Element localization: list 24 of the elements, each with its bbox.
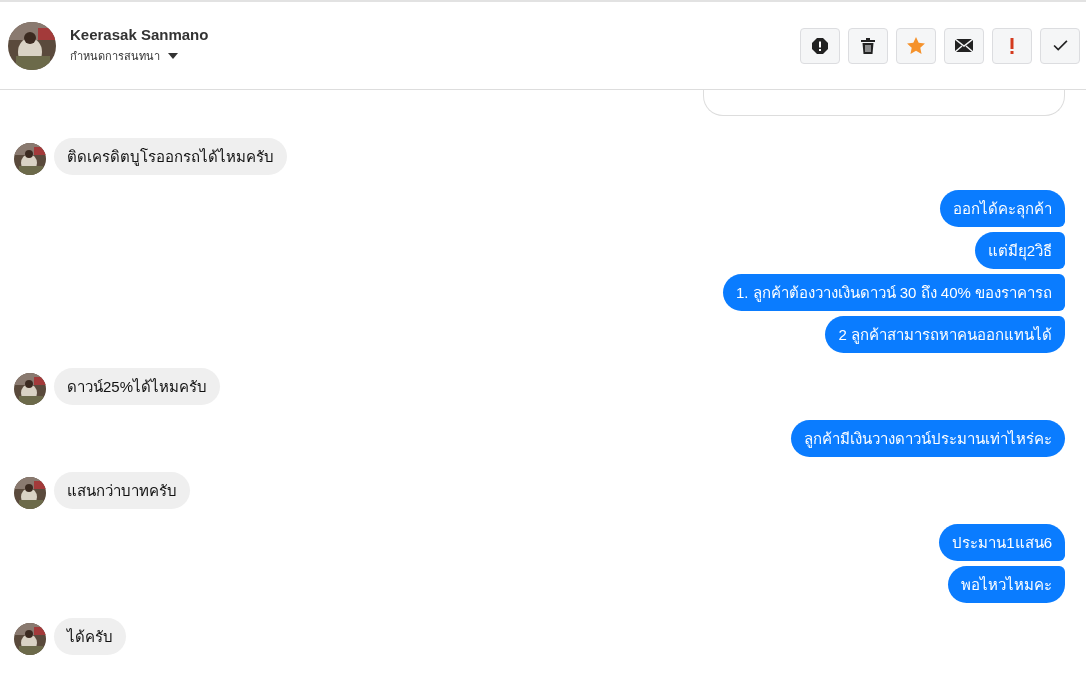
done-button[interactable] bbox=[1040, 27, 1080, 64]
message-bubble: ดาวน์25%ได้ไหมครับ bbox=[54, 368, 221, 405]
message-bubble: แสนกว่าบาทครับ bbox=[54, 472, 190, 509]
caret-icon bbox=[168, 53, 178, 59]
message-bubble: ติดเครดิตบูโรออกรถได้ไหมครับ bbox=[54, 138, 287, 175]
alert-icon bbox=[812, 37, 828, 54]
envelope-icon bbox=[955, 39, 973, 52]
message-bubble: ออกได้คะลุกค้า bbox=[940, 190, 1065, 227]
message-bubble: พอไหวไหมคะ bbox=[948, 566, 1065, 603]
trash-icon bbox=[861, 37, 875, 54]
alert-button[interactable] bbox=[800, 27, 840, 64]
message-bubble: ลูกค้ามีเงินวางดาวน์ประมานเท่าไหร่คะ bbox=[791, 420, 1065, 457]
exclamation-icon bbox=[1010, 37, 1014, 54]
delete-button[interactable] bbox=[848, 27, 888, 64]
star-button[interactable] bbox=[896, 27, 936, 64]
contact-name: Keerasak Sanmano bbox=[70, 26, 210, 43]
message-bubble: ประมาน1แสน6 bbox=[939, 524, 1065, 561]
message-bubble: 1. ลูกค้าต้องวางเงินดาวน์ 30 ถึง 40% ของราคารถ bbox=[722, 274, 1065, 311]
mail-button[interactable] bbox=[944, 27, 984, 64]
message-bubble: 2 ลูกค้าสามารถหาคนออกแทนได้ bbox=[825, 316, 1065, 353]
message-bubble: แต่มียุ2วิธี bbox=[974, 232, 1065, 269]
check-icon bbox=[1052, 40, 1068, 51]
message-bubble: ได้ครับ bbox=[54, 618, 126, 655]
conversation-menu[interactable]: กำหนดการสนทนา bbox=[70, 47, 178, 65]
